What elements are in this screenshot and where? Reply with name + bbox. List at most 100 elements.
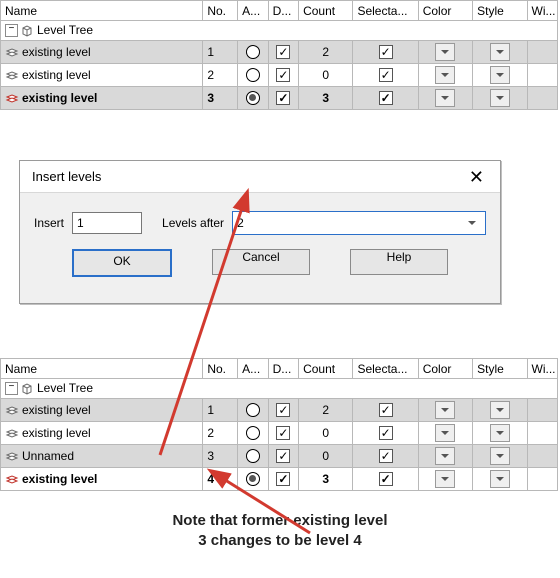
collapse-icon[interactable]: −	[5, 382, 18, 395]
active-radio[interactable]	[246, 68, 260, 82]
color-dropdown[interactable]	[435, 424, 455, 442]
col-style[interactable]: Style	[473, 359, 527, 379]
tree-root-label: Level Tree	[37, 23, 93, 37]
selectable-checkbox[interactable]	[379, 426, 393, 440]
column-header-row[interactable]: Name No. A... D... Count Selecta... Colo…	[1, 359, 558, 379]
collapse-icon[interactable]: −	[5, 24, 18, 37]
tree-root-row[interactable]: − Level Tree	[1, 21, 558, 41]
style-dropdown[interactable]	[490, 470, 510, 488]
level-number: 3	[203, 445, 238, 468]
display-checkbox[interactable]	[276, 426, 290, 440]
col-sel[interactable]: Selecta...	[353, 359, 418, 379]
col-no[interactable]: No.	[203, 359, 238, 379]
count-cell: 2	[299, 41, 353, 64]
insert-levels-dialog: Insert levels ✕ Insert Levels after 2 OK…	[19, 160, 501, 304]
display-checkbox[interactable]	[276, 91, 290, 105]
active-radio[interactable]	[246, 426, 260, 440]
table-row[interactable]: existing level 1 2	[1, 399, 558, 422]
col-color[interactable]: Color	[418, 1, 472, 21]
col-name[interactable]: Name	[1, 359, 203, 379]
col-count[interactable]: Count	[299, 1, 353, 21]
tree-root-row[interactable]: − Level Tree	[1, 379, 558, 399]
levels-after-combo[interactable]: 2	[232, 211, 486, 235]
table-row[interactable]: Unnamed 3 0	[1, 445, 558, 468]
display-checkbox[interactable]	[276, 449, 290, 463]
color-dropdown[interactable]	[435, 43, 455, 61]
active-radio[interactable]	[246, 403, 260, 417]
count-cell: 3	[299, 87, 353, 110]
active-radio[interactable]	[246, 45, 260, 59]
active-radio[interactable]	[246, 472, 260, 486]
level-name: existing level	[22, 91, 97, 105]
active-radio[interactable]	[246, 91, 260, 105]
selectable-checkbox[interactable]	[379, 403, 393, 417]
level-number: 1	[203, 41, 238, 64]
selectable-checkbox[interactable]	[379, 45, 393, 59]
levels-after-value: 2	[237, 216, 244, 230]
col-wi[interactable]: Wi...	[527, 1, 558, 21]
col-a[interactable]: A...	[238, 359, 268, 379]
color-dropdown[interactable]	[435, 66, 455, 84]
level-number: 3	[203, 87, 238, 110]
level-name: Unnamed	[22, 449, 74, 463]
level-number: 1	[203, 399, 238, 422]
display-checkbox[interactable]	[276, 472, 290, 486]
table-row[interactable]: existing level43	[1, 468, 558, 491]
col-a[interactable]: A...	[238, 1, 268, 21]
col-d[interactable]: D...	[268, 359, 298, 379]
annotation-text: Note that former existing level 3 change…	[0, 511, 560, 552]
insert-count-input[interactable]	[72, 212, 142, 234]
col-color[interactable]: Color	[418, 359, 472, 379]
display-checkbox[interactable]	[276, 68, 290, 82]
selectable-checkbox[interactable]	[379, 68, 393, 82]
color-dropdown[interactable]	[435, 401, 455, 419]
col-no[interactable]: No.	[203, 1, 238, 21]
style-dropdown[interactable]	[490, 447, 510, 465]
col-d[interactable]: D...	[268, 1, 298, 21]
close-icon[interactable]: ✕	[465, 170, 488, 184]
style-dropdown[interactable]	[490, 66, 510, 84]
style-dropdown[interactable]	[490, 401, 510, 419]
display-checkbox[interactable]	[276, 45, 290, 59]
levels-after-label: Levels after	[162, 216, 224, 230]
col-style[interactable]: Style	[473, 1, 527, 21]
cancel-button[interactable]: Cancel	[212, 249, 310, 275]
style-dropdown[interactable]	[490, 89, 510, 107]
ok-button[interactable]: OK	[72, 249, 172, 277]
selectable-checkbox[interactable]	[379, 472, 393, 486]
tree-root-label: Level Tree	[37, 381, 93, 395]
table-row[interactable]: existing level 3 3	[1, 87, 558, 110]
col-name[interactable]: Name	[1, 1, 203, 21]
color-dropdown[interactable]	[435, 89, 455, 107]
level-number: 2	[203, 422, 238, 445]
active-radio[interactable]	[246, 449, 260, 463]
display-checkbox[interactable]	[276, 403, 290, 417]
table-row[interactable]: existing level20	[1, 422, 558, 445]
col-wi[interactable]: Wi...	[527, 359, 558, 379]
table-row[interactable]: existing level20	[1, 64, 558, 87]
dialog-title: Insert levels	[32, 169, 101, 184]
col-sel[interactable]: Selecta...	[353, 1, 418, 21]
col-count[interactable]: Count	[299, 359, 353, 379]
color-dropdown[interactable]	[435, 447, 455, 465]
color-dropdown[interactable]	[435, 470, 455, 488]
level-number: 2	[203, 64, 238, 87]
style-dropdown[interactable]	[490, 43, 510, 61]
help-button[interactable]: Help	[350, 249, 448, 275]
chevron-down-icon[interactable]	[463, 215, 485, 231]
table-row[interactable]: existing level 1 2	[1, 41, 558, 64]
column-header-row[interactable]: Name No. A... D... Count Selecta... Colo…	[1, 1, 558, 21]
selectable-checkbox[interactable]	[379, 91, 393, 105]
style-dropdown[interactable]	[490, 424, 510, 442]
count-cell: 2	[299, 399, 353, 422]
selectable-checkbox[interactable]	[379, 449, 393, 463]
level-name: existing level	[22, 403, 91, 417]
levels-table-after[interactable]: Name No. A... D... Count Selecta... Colo…	[0, 358, 558, 491]
levels-table-before[interactable]: Name No. A... D... Count Selecta... Colo…	[0, 0, 558, 110]
level-number: 4	[203, 468, 238, 491]
level-name: existing level	[22, 472, 97, 486]
level-name: existing level	[22, 426, 91, 440]
level-name: existing level	[22, 45, 91, 59]
count-cell: 0	[299, 445, 353, 468]
count-cell: 0	[299, 64, 353, 87]
